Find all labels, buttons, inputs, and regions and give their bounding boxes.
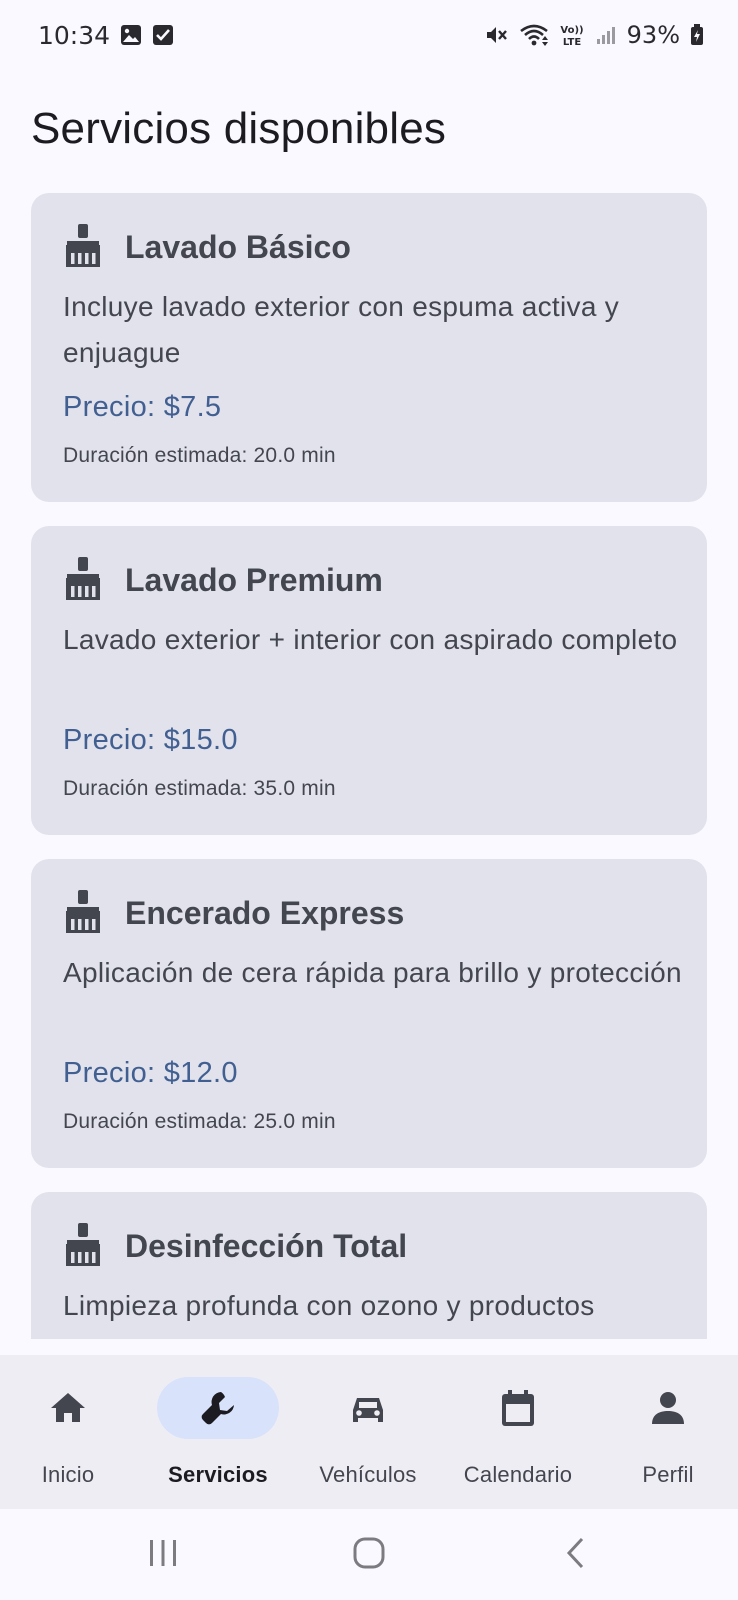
service-price: Precio: $7.5 [63,391,222,423]
page-title: Servicios disponibles [31,104,447,153]
back-button[interactable] [546,1527,606,1583]
volte-top-text: Vo)) [560,25,583,36]
service-name: Encerado Express [125,895,405,931]
status-bar-right: Vo)) LTE 93% [485,21,704,49]
volte-bottom-text: LTE [562,37,581,48]
mute-icon [485,23,509,47]
nav-item-vehiculos[interactable]: Vehículos [293,1355,443,1509]
signal-icon [595,24,617,46]
bottom-navigation: Inicio Servicios Vehículos Calendario Pe… [0,1355,738,1509]
service-description: Lavado exterior + interior con aspirado … [63,624,678,655]
broom-icon [63,556,103,602]
home-icon [48,1388,88,1428]
checkbox-icon [152,24,174,46]
service-duration: Duración estimada: 20.0 min [63,444,336,467]
services-list[interactable]: Lavado Básico Incluye lavado exterior co… [31,193,707,1339]
nav-label: Calendario [463,1462,573,1487]
volte-icon: Vo)) LTE [559,22,585,48]
service-price: Precio: $12.0 [63,1057,238,1089]
nav-label: Inicio [41,1462,95,1487]
nav-item-inicio[interactable]: Inicio [0,1355,143,1509]
person-icon [648,1388,688,1428]
nav-label: Vehículos [319,1462,417,1487]
status-bar: 10:34 Vo)) LTE 93% [0,0,738,70]
service-description: Aplicación de cera rápida para brillo y … [63,957,682,988]
service-duration: Duración estimada: 25.0 min [63,1110,336,1133]
calendar-icon [498,1388,538,1428]
recent-apps-button[interactable] [133,1527,193,1583]
broom-icon [63,889,103,935]
gallery-icon [120,24,142,46]
service-duration: Duración estimada: 35.0 min [63,777,336,800]
service-description: Incluye lavado exterior con espuma activ… [63,291,620,368]
home-button[interactable] [339,1527,399,1583]
broom-icon [63,1222,103,1268]
status-time: 10:34 [38,20,111,50]
status-bar-left: 10:34 [38,21,174,50]
broom-icon [63,223,103,269]
service-card-encerado-express[interactable]: Encerado Express Aplicación de cera rápi… [31,859,707,1168]
wrench-icon [198,1388,238,1428]
nav-item-perfil[interactable]: Perfil [593,1355,738,1509]
service-name: Desinfección Total [125,1228,408,1264]
service-description: Limpieza profunda con ozono y productos … [63,1290,595,1339]
car-icon [348,1388,388,1428]
service-card-lavado-premium[interactable]: Lavado Premium Lavado exterior + interio… [31,526,707,835]
service-name: Lavado Premium [125,562,383,598]
nav-label: Servicios [168,1462,268,1487]
wifi-icon [519,23,549,47]
nav-item-servicios[interactable]: Servicios [143,1355,293,1509]
recent-apps-icon [146,1538,180,1573]
home-button-icon [352,1536,386,1575]
service-card-desinfeccion-total[interactable]: Desinfección Total Limpieza profunda con… [31,1192,707,1339]
service-name: Lavado Básico [125,229,351,265]
nav-item-calendario[interactable]: Calendario [443,1355,593,1509]
system-navigation-bar [0,1509,738,1600]
battery-percent: 93% [626,21,680,49]
service-card-lavado-basico[interactable]: Lavado Básico Incluye lavado exterior co… [31,193,707,502]
battery-icon [690,24,704,46]
back-icon [564,1536,588,1575]
service-price: Precio: $15.0 [63,724,238,756]
nav-label: Perfil [642,1462,694,1487]
